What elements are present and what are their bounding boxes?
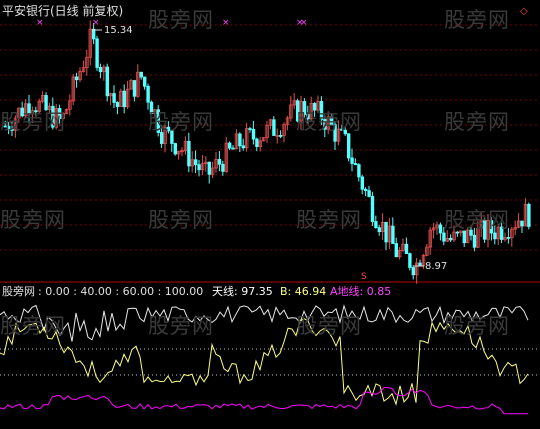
candle-body [193,159,198,166]
candle-body [221,163,225,172]
candle-body [142,76,147,87]
watermark: 股旁网 [296,110,362,134]
earth-line [0,386,528,415]
candle-body [360,176,364,190]
low-price-label: 8.97 [425,261,448,272]
b-value: B: 46.94 [280,285,327,298]
candle-body [527,203,531,227]
candle-body [370,196,375,222]
candle-body [394,243,398,258]
candle-body [377,227,381,233]
watermark: 股旁网 [148,314,214,338]
candle-body [255,138,259,148]
candle-body [139,71,143,78]
candle-body [75,76,79,81]
watermark: 股旁网 [444,208,510,232]
watermark: 股旁网 [148,208,214,232]
candle-body [346,133,351,159]
candle-body [442,232,446,242]
candle-body [363,188,368,192]
candle-body [122,90,126,108]
candle-body [173,143,177,155]
candle-body [207,161,211,175]
candle-body [418,262,422,267]
candle-body [231,147,235,150]
watermark: 股旁网 [444,110,510,134]
candle-body [217,159,222,165]
earth-line-value: A地线: 0.85 [330,285,392,298]
candle-body [272,119,276,136]
signal-s-marker: S [361,272,367,282]
candle-body [187,140,191,167]
candle-body [391,225,395,244]
candle-body [367,190,371,197]
sky-line-value: 天线: 97.35 [212,285,273,298]
candle-body [95,38,99,68]
watermark: 股旁网 [444,8,510,32]
buy-marker: ◇ [520,6,528,17]
candle-body [353,163,358,166]
candle-body [448,237,453,241]
candle-body [98,67,103,73]
candle-body [115,102,120,108]
candle-body [251,128,256,140]
sell-marker: × [300,18,308,28]
indicator-params: : 0.00 : 40.00 : 60.00 : 100.00 [38,285,204,298]
watermark: 股旁网 [444,314,510,338]
watermark: 股旁网 [296,314,362,338]
candle-body [132,80,137,97]
candle-body [472,234,477,248]
chart-title: 平安银行(日线 前复权) [2,4,124,18]
candle-body [374,221,378,229]
candle-body [438,224,443,234]
candle-body [227,142,232,149]
candle-body [384,221,388,243]
watermark: 股旁网 [148,8,214,32]
indicator-name: 股旁网 [2,285,35,298]
watermark: 股旁网 [296,208,362,232]
candle-body [506,237,511,239]
high-price-label: 15.34 [104,25,133,36]
sell-marker: × [92,18,100,28]
candle-body [105,66,109,97]
candle-body [112,93,116,103]
candle-body [248,128,252,130]
candle-body [238,133,242,147]
candle-body [411,267,415,276]
candle-body [241,145,245,149]
stock-chart-window[interactable]: × × × × × ◇ S 股旁网 股旁网 股旁网 股旁网 股旁网 股旁网 股旁网 股旁网 … [0,0,540,429]
candle-body [520,220,524,227]
sell-marker: × [222,18,230,28]
candle-body [357,164,361,178]
sell-marker: × [36,18,44,28]
watermark: 股旁网 [0,314,66,338]
watermark: 股旁网 [148,110,214,134]
candle-body [350,157,354,164]
watermark: 股旁网 [0,110,66,134]
candle-body [408,253,412,268]
candle-body [404,243,409,255]
candle-body [146,85,150,103]
candlestick-series [3,20,531,284]
candle-body [92,28,96,40]
watermark: 股旁网 [0,208,66,232]
candle-body [197,164,201,171]
candle-body [278,135,283,137]
